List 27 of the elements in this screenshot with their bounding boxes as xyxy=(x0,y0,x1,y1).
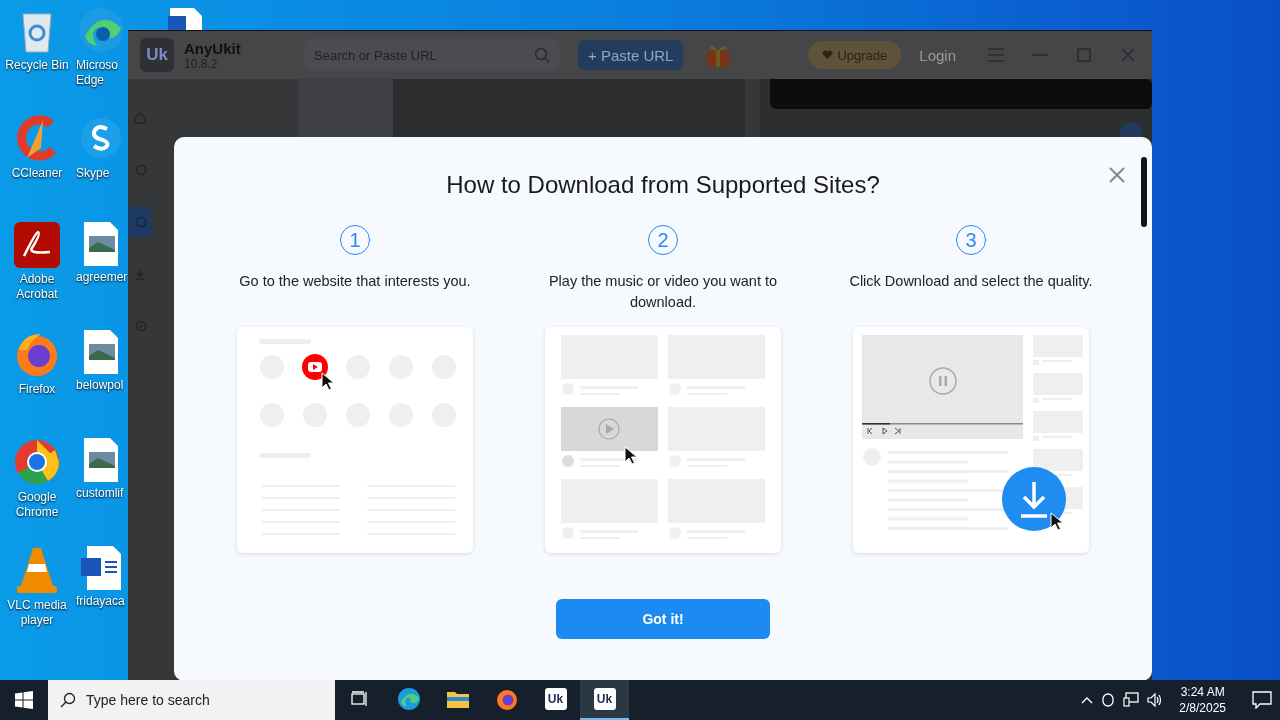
dialog-title: How to Download from Supported Sites? xyxy=(446,171,880,199)
desktop-icon-label[interactable]: belowpol xyxy=(74,378,124,393)
step-text: Play the music or video you want to download. xyxy=(547,272,779,312)
app-logo-icon: Uk xyxy=(593,688,616,710)
desktop-icon-label[interactable]: VLC media player xyxy=(1,598,73,628)
app-name: AnyUkit xyxy=(184,39,242,57)
taskbar-app-button[interactable]: Uk xyxy=(580,680,629,720)
got-it-button[interactable]: Got it! xyxy=(556,599,770,639)
desktop-icon-label[interactable]: Skype xyxy=(74,166,112,181)
app-logo-icon: Uk xyxy=(544,688,567,710)
clock-date[interactable]: 2/8/2025 xyxy=(1179,700,1226,716)
login-link[interactable]: Login xyxy=(919,46,956,64)
desktop-icon-label[interactable]: Firefox xyxy=(16,382,58,397)
desktop-icon-label[interactable]: fridayaca xyxy=(74,594,124,609)
step-text: Click Download and select the quality. xyxy=(848,272,1094,291)
desktop-icon-label[interactable]: customlif xyxy=(74,486,124,501)
desktop-icon-label[interactable]: CCleaner xyxy=(9,166,65,181)
desktop-icon-label[interactable]: Google Chrome xyxy=(1,490,73,520)
taskbar-app-button[interactable]: Uk xyxy=(531,680,580,720)
step-text: Go to the website that interests you. xyxy=(238,272,472,291)
taskbar-search-field[interactable]: Type here to search xyxy=(48,680,335,720)
paste-url-button[interactable]: + Paste URL xyxy=(578,40,684,70)
desktop-icon-label[interactable]: Microso Edge xyxy=(74,58,124,88)
app-logo: Uk xyxy=(140,38,174,72)
clock-time[interactable]: 3:24 AM xyxy=(1180,684,1225,700)
desktop-icon-label[interactable]: Adobe Acrobat xyxy=(1,272,73,302)
desktop-icon-label[interactable]: Recycle Bin xyxy=(3,58,71,73)
